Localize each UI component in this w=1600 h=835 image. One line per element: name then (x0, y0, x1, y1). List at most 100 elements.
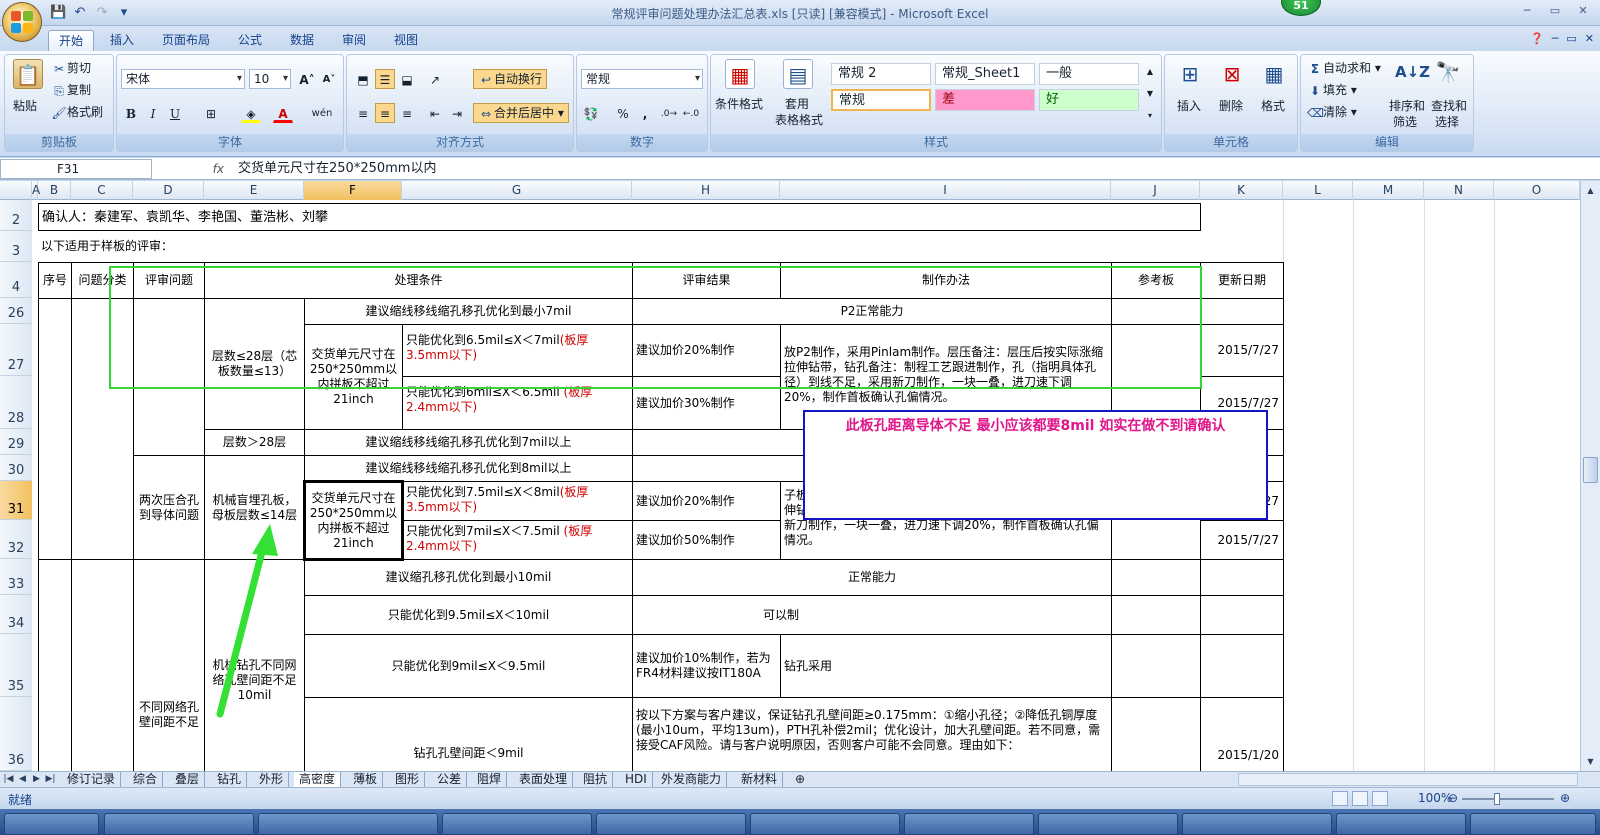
row-header[interactable]: 29 (0, 429, 32, 455)
confirm-cell[interactable]: 确认人：秦建军、袁凯华、李艳国、董浩彬、刘攀 (38, 203, 1201, 231)
grow-font-button[interactable]: A˄ (297, 69, 317, 89)
style-normal[interactable]: 常规 (831, 89, 931, 111)
taskbar-button[interactable] (1336, 813, 1466, 835)
font-size-dropdown[interactable]: 10 (249, 69, 291, 89)
column-header-e[interactable]: E (204, 181, 304, 200)
sheet-tab[interactable]: 叠层 (170, 772, 206, 787)
column-header-i[interactable]: I (780, 181, 1111, 200)
row-header[interactable]: 27 (0, 324, 32, 376)
reference-cell[interactable] (1111, 697, 1201, 771)
sheet-tab[interactable]: 综合 (128, 772, 164, 787)
bold-button[interactable]: B (121, 103, 141, 123)
styles-scroll-up-icon[interactable]: ▲ (1143, 61, 1157, 79)
taskbar-button[interactable] (258, 813, 438, 835)
fill-button[interactable]: ⬇ 填充 ▾ (1307, 81, 1357, 99)
sheet-tab[interactable]: 表面处理 (514, 772, 574, 787)
taskbar-button[interactable] (1470, 813, 1596, 835)
paste-button[interactable]: 粘贴 (13, 97, 37, 114)
condition-cell[interactable]: 只能优化到7.5mil≤X＜8mil(板厚3.5mm以下) (402, 481, 633, 521)
seq-cell[interactable] (38, 298, 72, 560)
row-header[interactable]: 4 (0, 262, 32, 298)
decrease-indent-icon[interactable]: ⇤ (425, 103, 445, 123)
font-color-icon[interactable]: A (273, 103, 293, 123)
orientation-icon[interactable]: ↗ (425, 69, 445, 89)
table-format-icon[interactable]: ▤ (783, 59, 813, 89)
cut-button[interactable]: ✂ 剪切 (51, 59, 91, 77)
tab-page-layout[interactable]: 页面布局 (152, 30, 220, 51)
currency-icon[interactable]: 💱 (581, 103, 601, 123)
zoom-in-icon[interactable]: ⊕ (1560, 791, 1570, 805)
column-header-j[interactable]: J (1111, 181, 1200, 200)
align-right-icon[interactable]: ≡ (397, 103, 417, 123)
result-cell[interactable]: 建议加价10%制作，若为FR4材料建议按IT180A (632, 634, 781, 698)
style-general[interactable]: 一般 (1039, 63, 1139, 85)
prev-sheet-icon[interactable]: ◀ (16, 772, 29, 787)
vertical-scrollbar[interactable]: ▲ ▼ (1580, 181, 1600, 771)
style-bad[interactable]: 差 (935, 89, 1035, 111)
date-cell[interactable] (1200, 595, 1284, 635)
seq-cell[interactable] (38, 559, 72, 771)
merge-center-button[interactable]: ⇔ 合并后居中 ▾ (473, 103, 569, 123)
column-header-f[interactable]: F (304, 181, 402, 200)
sort-filter-button-2[interactable]: 筛选 (1393, 113, 1417, 130)
insert-cells-icon[interactable]: ⊞ (1175, 59, 1205, 89)
result-cell[interactable]: 建议加价20%制作 (632, 481, 781, 521)
table-format-button-1[interactable]: 套用 (785, 95, 809, 112)
scroll-up-icon[interactable]: ▲ (1583, 183, 1598, 198)
last-sheet-icon[interactable]: ▶| (44, 772, 57, 787)
layers-cell[interactable]: 层数＞28层 (204, 429, 305, 456)
green-highlight-rectangle[interactable] (109, 266, 1202, 389)
horizontal-scrollbar[interactable] (1238, 773, 1578, 786)
result-cell[interactable]: 可以制 (632, 595, 1112, 635)
date-cell[interactable] (1200, 298, 1284, 325)
borders-icon[interactable]: ⊞ (201, 103, 221, 123)
align-left-icon[interactable]: ≡ (353, 103, 373, 123)
conditional-format-icon[interactable]: ▦ (725, 59, 755, 89)
shrink-font-button[interactable]: A˅ (319, 69, 339, 89)
decrease-decimal-icon[interactable]: ←.0 (681, 103, 701, 123)
table-format-button-2[interactable]: 表格格式 (775, 111, 823, 128)
align-top-icon[interactable]: ⬒ (353, 69, 373, 89)
styles-scroll-down-icon[interactable]: ▼ (1143, 83, 1157, 101)
delete-cells-icon[interactable]: ⊠ (1217, 59, 1247, 89)
date-cell[interactable] (1200, 559, 1284, 596)
column-header-h[interactable]: H (632, 181, 780, 200)
row-header[interactable]: 30 (0, 455, 32, 481)
maximize-button[interactable]: ▭ (1542, 2, 1568, 20)
format-painter-button[interactable]: 🖌格式刷 (51, 103, 103, 121)
office-button[interactable] (2, 2, 42, 42)
font-name-dropdown[interactable]: 宋体 (121, 69, 245, 89)
ribbon-restore-icon[interactable]: ▭ (1566, 32, 1576, 45)
sheet-tab[interactable]: 外发商能力 (656, 772, 728, 787)
date-cell[interactable]: 2015/7/27 (1200, 324, 1284, 377)
condition-cell[interactable]: 建议缩孔移孔优化到最小10mil (304, 559, 633, 596)
tab-data[interactable]: 数据 (280, 30, 324, 51)
page-layout-view-icon[interactable] (1352, 791, 1368, 806)
column-header-l[interactable]: L (1283, 181, 1353, 200)
column-header-d[interactable]: D (133, 181, 204, 200)
column-header-c[interactable]: C (71, 181, 133, 200)
sort-filter-button-1[interactable]: 排序和 (1389, 97, 1425, 114)
method-cell[interactable]: 钻孔采用 (780, 634, 1112, 698)
taskbar-button[interactable] (4, 813, 99, 835)
conditional-format-button[interactable]: 条件格式 (715, 95, 763, 112)
taskbar-button[interactable] (104, 813, 254, 835)
date-cell[interactable] (1200, 634, 1284, 698)
header-seq[interactable]: 序号 (38, 262, 72, 299)
condition-cell[interactable]: 建议缩线移线缩孔移孔优化到7mil以上 (304, 429, 633, 456)
sheet-tab[interactable]: HDI (620, 772, 653, 787)
sheet-tab-active[interactable]: 高密度 (294, 772, 342, 787)
ribbon-minimize-icon[interactable]: ─ (1552, 32, 1559, 45)
condition-cell[interactable]: 只能优化到9.5mil≤X＜10mil (304, 595, 633, 635)
row-header[interactable]: 2 (0, 200, 32, 231)
copy-button[interactable]: ⎘ 复制 (51, 81, 91, 99)
name-box[interactable]: F31 (0, 159, 152, 179)
autosum-button[interactable]: Σ 自动求和 ▾ (1307, 59, 1381, 77)
condition-cell[interactable]: 建议缩线移线缩孔移孔优化到8mil以上 (304, 455, 633, 482)
sheet-tab[interactable]: 图形 (390, 772, 426, 787)
italic-button[interactable]: I (143, 103, 163, 123)
find-select-button-2[interactable]: 选择 (1435, 113, 1459, 130)
row-header[interactable]: 26 (0, 298, 32, 324)
sheet-tab[interactable]: 公差 (432, 772, 468, 787)
taskbar-button[interactable] (1038, 813, 1178, 835)
